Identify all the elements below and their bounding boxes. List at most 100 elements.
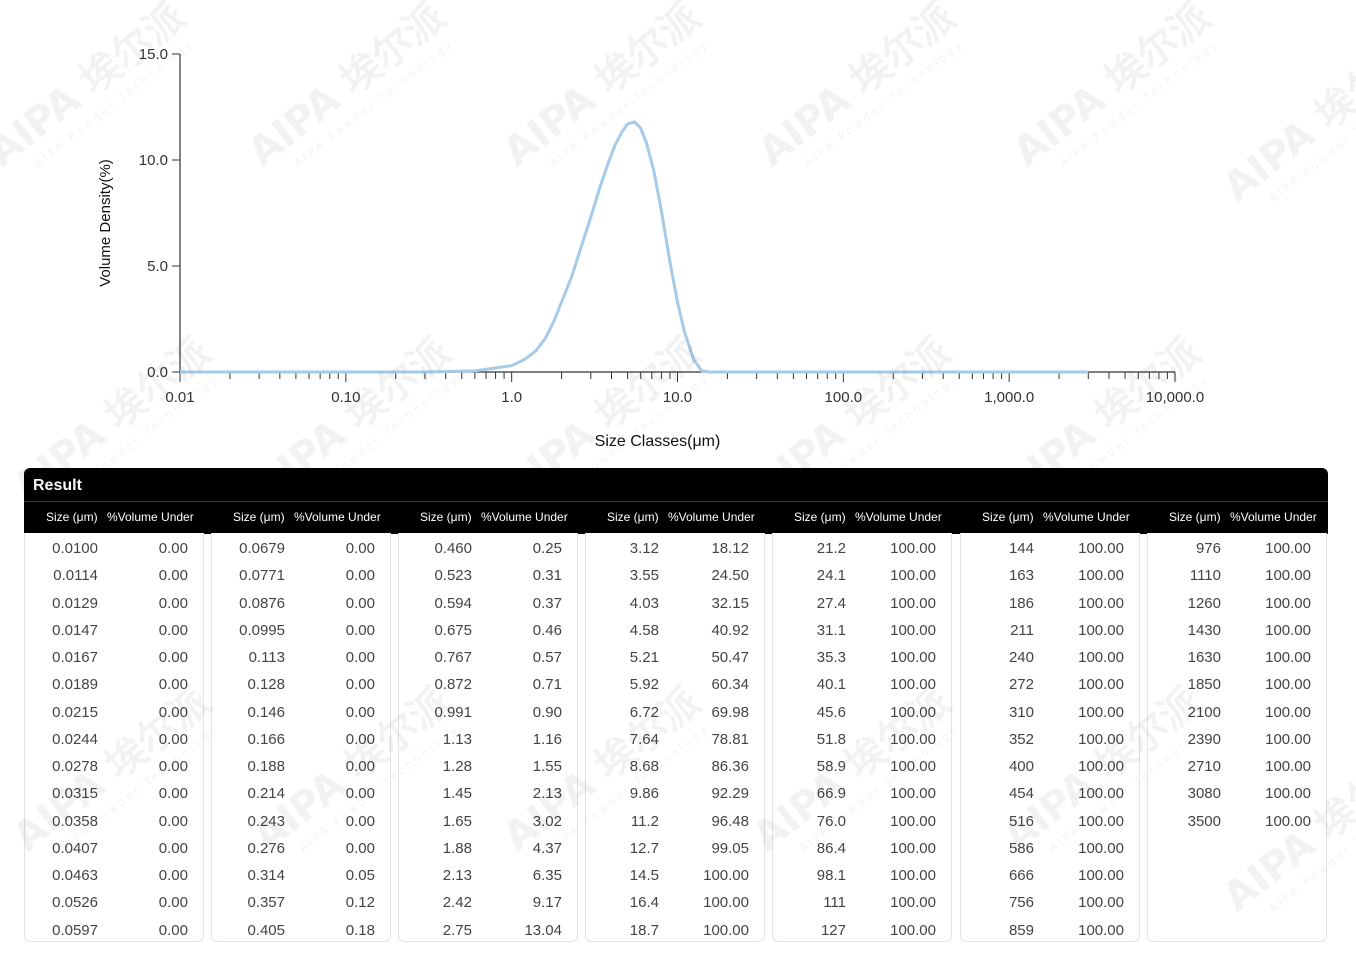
column-header-group: Size (μm) %Volume Under	[772, 502, 950, 534]
size-cell: 0.594	[434, 594, 472, 612]
volume-under-cell: 92.29	[711, 785, 749, 803]
volume-under-cell: 0.00	[158, 567, 188, 585]
volume-under-cell: 0.00	[345, 703, 375, 721]
volume-under-cell: 100.00	[890, 758, 936, 775]
volume-under-cell: 50.47	[711, 649, 749, 666]
size-cell: 127	[820, 921, 846, 939]
y-axis-label: Volume Density(%)	[97, 159, 114, 287]
size-cell: 1430	[1187, 621, 1221, 639]
size-cell: 66.9	[816, 785, 846, 803]
volume-under-cell: 0.00	[345, 839, 375, 857]
size-cell: 1.45	[442, 785, 472, 803]
size-cell: 400	[1008, 758, 1034, 775]
size-cell: 0.872	[434, 676, 472, 694]
size-cell: 5.92	[629, 676, 659, 694]
volume-under-cell: 0.00	[345, 730, 375, 748]
volume-under-cell: 18.12	[711, 540, 749, 557]
volume-under-cell: 0.37	[532, 594, 562, 612]
x-tick-label: 0.01	[165, 389, 194, 406]
size-cell: 0.0597	[52, 921, 98, 939]
volume-under-cell: 100.00	[1078, 758, 1124, 775]
volume-under-cell: 0.00	[158, 785, 188, 803]
volume-under-cell: 69.98	[711, 703, 749, 721]
volume-under-column-header: %Volume Under	[855, 510, 942, 524]
size-cell: 1.28	[442, 758, 472, 775]
volume-under-cell: 40.92	[711, 621, 749, 639]
size-column-header: Size (μm)	[794, 510, 846, 524]
size-cell: 0.0995	[239, 621, 285, 639]
volume-under-cell: 0.00	[158, 703, 188, 721]
size-cell: 0.214	[247, 785, 285, 803]
volume-under-cell: 100.00	[890, 894, 936, 912]
volume-under-cell: 100.00	[1265, 785, 1311, 803]
volume-under-cell: 100.00	[1265, 703, 1311, 721]
size-cell: 58.9	[816, 758, 846, 775]
size-cell: 0.0147	[52, 621, 98, 639]
size-cell: 2710	[1187, 758, 1221, 775]
volume-under-cell: 100.00	[703, 894, 749, 912]
result-header-bar: Result Size (μm) %Volume Under Size (μm) %V…	[24, 468, 1328, 534]
volume-under-cell: 100.00	[1265, 812, 1311, 830]
size-cell: 2.75	[442, 921, 472, 939]
volume-density-chart: 0.0 5.0 10.0 15.0 0.01 0.10 1.0 10.0 100.0 1,000.…	[97, 46, 1204, 450]
volume-under-cell: 4.37	[532, 839, 562, 857]
volume-under-cell: 78.81	[711, 730, 749, 748]
size-cell: 0.0278	[52, 758, 98, 775]
size-cell: 3.12	[629, 540, 659, 557]
size-cell: 9.86	[629, 785, 659, 803]
volume-under-cell: 100.00	[1078, 894, 1124, 912]
volume-under-cell: 86.36	[711, 758, 749, 775]
volume-under-cell: 0.00	[158, 594, 188, 612]
size-cell: 0.0771	[239, 567, 285, 585]
size-cell: 0.0463	[52, 867, 98, 884]
volume-under-cell: 6.35	[532, 867, 562, 884]
size-column-header: Size (μm)	[420, 510, 472, 524]
size-cell: 310	[1008, 703, 1034, 721]
size-cell: 0.991	[434, 703, 472, 721]
volume-under-cell: 100.00	[890, 567, 936, 585]
size-cell: 0.128	[247, 676, 285, 694]
size-cell: 0.460	[434, 540, 472, 557]
column-header-group: Size (μm) %Volume Under	[960, 502, 1138, 534]
volume-under-cell: 13.04	[524, 921, 562, 939]
size-cell: 211	[1010, 621, 1034, 639]
size-cell: 859	[1008, 921, 1034, 939]
size-cell: 4.03	[629, 594, 659, 612]
volume-under-cell: 0.00	[158, 758, 188, 775]
volume-under-cell: 100.00	[890, 703, 936, 721]
size-cell: 1850	[1187, 676, 1221, 694]
size-cell: 31.1	[816, 621, 846, 639]
size-cell: 0.166	[247, 730, 285, 748]
size-cell: 7.64	[629, 730, 659, 748]
size-cell: 0.0244	[52, 730, 98, 748]
volume-under-cell: 100.00	[890, 812, 936, 830]
volume-under-cell: 3.02	[532, 812, 562, 830]
volume-under-cell: 100.00	[1265, 594, 1311, 612]
volume-under-cell: 0.12	[345, 894, 375, 912]
volume-under-cell: 100.00	[890, 594, 936, 612]
x-tick-label: 0.10	[331, 389, 360, 406]
volume-under-cell: 0.00	[158, 730, 188, 748]
size-cell: 0.523	[434, 567, 472, 585]
size-cell: 1110	[1189, 567, 1221, 585]
y-tick-label: 10.0	[139, 152, 168, 169]
size-cell: 0.0407	[52, 839, 98, 857]
volume-under-cell: 0.00	[345, 567, 375, 585]
volume-under-cell: 9.17	[532, 894, 562, 912]
volume-under-cell: 0.31	[532, 567, 562, 585]
size-cell: 40.1	[816, 676, 846, 694]
size-cell: 0.767	[434, 649, 472, 666]
volume-under-cell: 24.50	[711, 567, 749, 585]
x-tick-label: 1,000.0	[984, 389, 1034, 406]
size-cell: 0.675	[434, 621, 472, 639]
volume-under-cell: 100.00	[890, 785, 936, 803]
y-tick-label: 0.0	[147, 364, 168, 381]
volume-under-cell: 0.90	[532, 703, 562, 721]
size-cell: 16.4	[629, 894, 659, 912]
volume-density-line	[180, 120, 1089, 374]
volume-under-cell: 96.48	[711, 812, 749, 830]
x-axis-label: Size Classes(μm)	[595, 433, 721, 450]
size-cell: 51.8	[816, 730, 846, 748]
volume-under-cell: 0.46	[532, 621, 562, 639]
size-cell: 0.276	[247, 839, 285, 857]
